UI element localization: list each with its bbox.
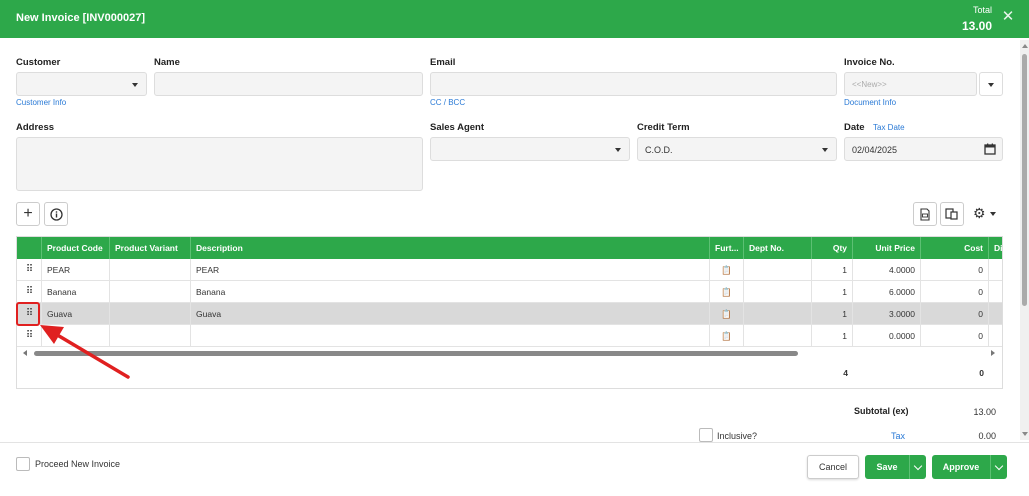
annotation-arrow xyxy=(40,325,130,379)
